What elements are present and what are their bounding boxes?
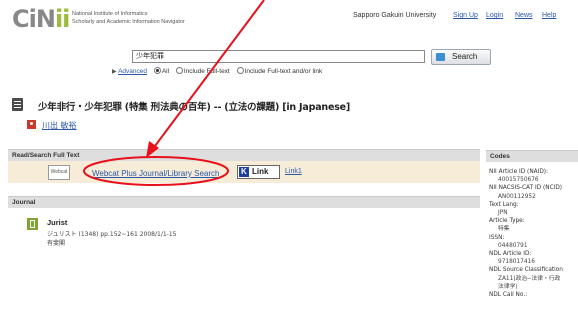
search-icon [436,53,445,61]
code-label: NDL Call No.: [489,292,528,299]
document-icon [12,98,23,111]
link-k-icon [239,166,249,178]
radio-fulltext-or-link-label: Include Full-text and/or link [244,68,323,75]
journal-name[interactable]: Jurist [47,218,67,227]
journal-icon [27,218,38,230]
code-value: 04480791 [498,242,528,249]
triangle-right-icon: ▶ [112,69,117,75]
code-label: NDL Source Classification [489,267,563,274]
code-value: AN00112952 [498,193,536,200]
radio-include-fulltext[interactable] [175,67,183,74]
link1-link[interactable]: Link1 [285,168,302,175]
webcat-plus-link[interactable]: Webcat Plus Journal/Library Search [92,169,219,178]
help-link[interactable]: Help [542,12,556,19]
sign-up-link[interactable]: Sign Up [453,12,478,19]
code-label: ISSN: [489,234,505,241]
login-link[interactable]: Login [486,12,503,19]
logo-accent: ii [54,5,70,33]
article-title: 少年非行・少年犯罪 (特集 刑法典の百年) -- (立法の課題) [in Jap… [38,102,351,113]
journal-meta: ジュリスト (1348) pp.152~161 2008/1/1-15 [47,231,177,238]
university-name: Sapporo Gakuin University [353,12,437,19]
code-value: 40015750676 [498,177,539,184]
search-button-label: Search [452,52,478,61]
author-link[interactable]: 川出 敏裕 [42,120,77,131]
institute-name: National Institute of Informatics Schola… [72,10,185,26]
search-button[interactable]: Search [431,49,491,65]
advanced-search-link[interactable]: Advanced [118,68,147,75]
code-value: 9718017416 [498,259,535,266]
link-button-label: Link [252,167,269,176]
radio-all[interactable] [153,67,161,74]
person-icon [27,120,36,129]
institute-line-2: Scholarly and Academic Information Navig… [72,19,185,25]
code-value: JPN [498,210,508,217]
journal-section-header: Journal [8,196,480,208]
codes-list: NII Article ID (NAID): 40015750676 NII N… [489,168,563,299]
code-value: ZA11(政治--法律・行政 [498,275,561,282]
link-resolver-button[interactable]: Link [237,165,280,179]
code-value: 特集 [498,226,510,233]
code-label: NII Article ID (NAID): [489,169,549,175]
code-value: 法律学) [498,283,518,290]
code-label: Text Lang: [489,201,519,208]
webcat-plus-icon[interactable]: Webcat [48,165,70,180]
cinii-logo[interactable]: CiNii [12,5,70,33]
radio-fulltext-or-link[interactable] [236,67,244,74]
logo-text: CiN [12,5,56,33]
fulltext-section-header: Read/Search Full Text [8,149,480,161]
code-label: Article Type: [489,218,525,225]
code-label: NII NACSIS-CAT ID (NCID) [489,185,563,192]
radio-include-fulltext-label: Include Full-text [183,68,230,75]
radio-all-label: All [161,68,170,75]
search-options: ▶ Advanced All Include Full-text Include… [112,67,322,75]
codes-section-header: Codes [486,150,578,162]
search-input[interactable]: 少年犯罪 [132,50,425,63]
code-label: NDL Article ID: [489,251,532,258]
journal-publisher: 有斐閣 [47,240,66,247]
institute-line-1: National Institute of Informatics [72,11,148,17]
news-link[interactable]: News [515,12,533,19]
